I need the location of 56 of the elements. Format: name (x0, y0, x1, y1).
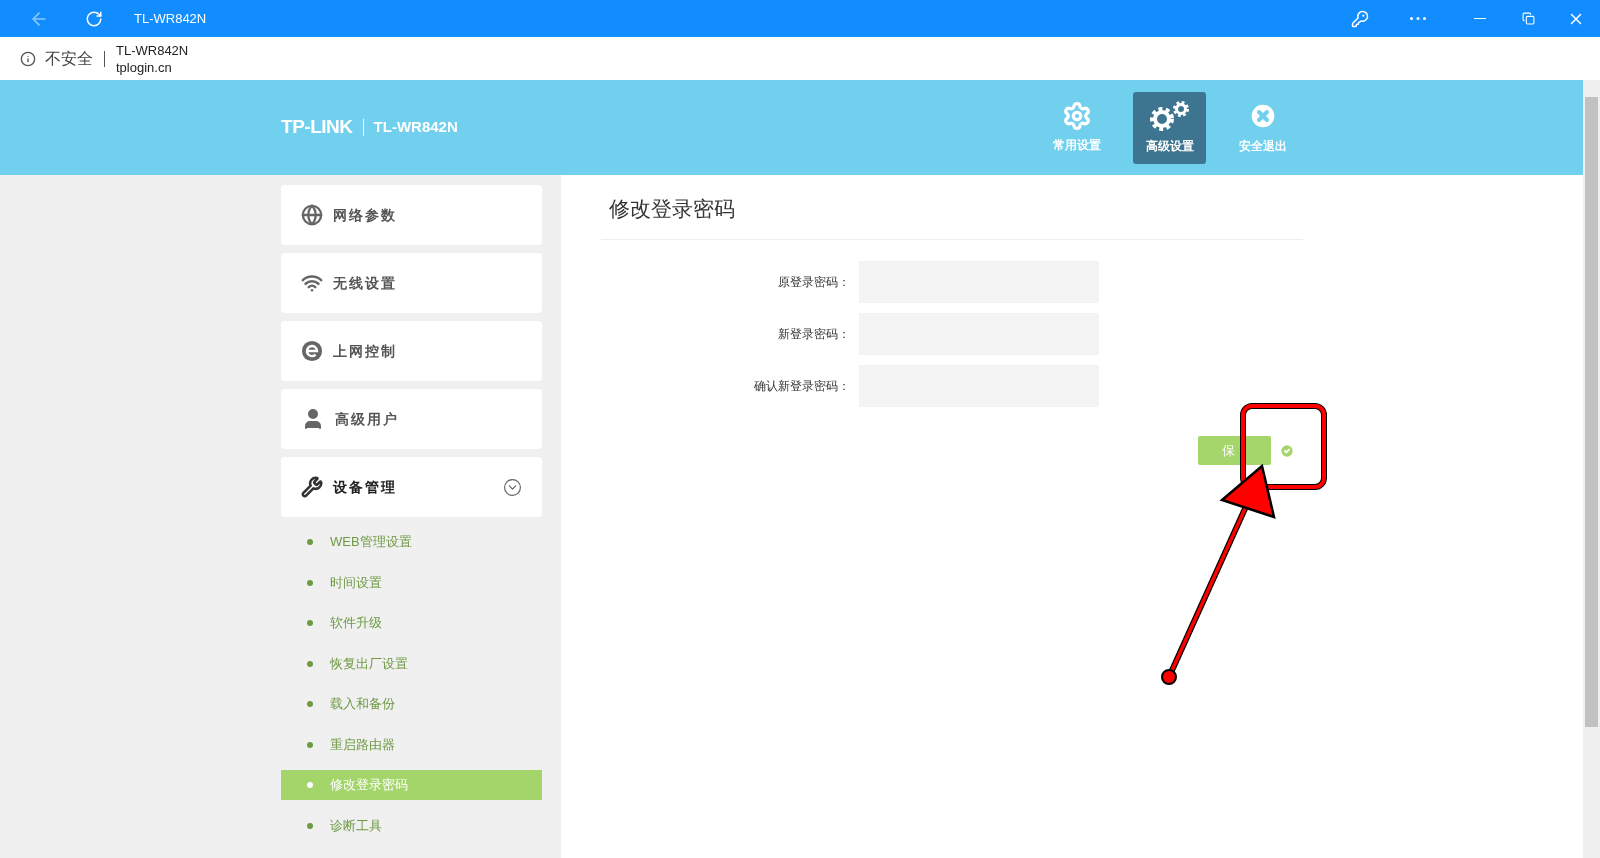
bullet-icon (307, 741, 313, 748)
submenu-item[interactable]: 时间设置 (281, 567, 542, 598)
scrollbar[interactable] (1583, 80, 1600, 858)
sidebar-item[interactable]: 高级用户 (281, 389, 542, 449)
nav-tab[interactable]: 高级设置 (1133, 91, 1206, 164)
brand-logo: TP-LINK (281, 115, 353, 140)
refresh-icon (85, 9, 103, 28)
gear-icon (1061, 101, 1092, 131)
submenu-item[interactable]: 恢复出厂设置 (281, 648, 542, 679)
restore-icon (1521, 12, 1535, 25)
info-icon (20, 50, 36, 67)
scrollbar-thumb[interactable] (1585, 97, 1598, 727)
menu-label: 设备管理 (333, 477, 398, 497)
e-icon (301, 340, 323, 362)
tools-icon (301, 476, 323, 498)
bullet-icon (307, 822, 313, 829)
menu-label: 网络参数 (333, 205, 398, 225)
wifi-icon (301, 272, 323, 294)
globe-icon (301, 204, 323, 226)
nav-tab[interactable]: 常用设置 (1040, 91, 1113, 164)
nav-tab[interactable]: 安全退出 (1226, 91, 1299, 164)
save-button[interactable]: 保 (1198, 436, 1271, 465)
field-label: 确认新登录密码： (753, 378, 851, 395)
sidebar-item[interactable]: 上网控制 (281, 321, 542, 381)
submenu-item[interactable]: 软件升级 (281, 608, 542, 638)
submenu-item[interactable]: 重启路由器 (281, 729, 542, 760)
submenu-item[interactable]: 诊断工具 (281, 810, 542, 841)
page-heading: 修改登录密码 (608, 196, 736, 223)
menu-label: 高级用户 (335, 409, 400, 429)
address-url[interactable]: tplogin.cn (116, 58, 189, 76)
sidebar-item[interactable]: 无线设置 (281, 253, 542, 313)
page-title: TL-WR842N (116, 41, 189, 59)
field-label: 原登录密码： (777, 274, 851, 291)
bullet-icon (307, 701, 313, 707)
bullet-icon (307, 620, 313, 626)
bullet-icon (307, 660, 313, 667)
check-icon (1279, 442, 1295, 459)
expand-icon[interactable] (503, 477, 522, 497)
gears-icon (1147, 100, 1192, 132)
bullet-icon (307, 539, 313, 545)
sidebar-item[interactable]: 设备管理 (281, 457, 542, 517)
menu-label: 上网控制 (333, 341, 398, 361)
key-icon (1351, 9, 1369, 28)
field-label: 新登录密码： (777, 326, 851, 343)
window-title: TL-WR842N (134, 9, 207, 28)
bullet-icon (307, 782, 313, 788)
menu-label: 无线设置 (333, 273, 398, 293)
submenu-item[interactable]: 修改登录密码 (281, 770, 542, 800)
submenu-item[interactable]: WEB管理设置 (281, 527, 542, 557)
security-label: 不安全 (45, 48, 93, 69)
bullet-icon (307, 579, 313, 586)
minimize-icon (1474, 18, 1486, 19)
submenu-item[interactable]: 载入和备份 (281, 689, 542, 719)
sidebar-item[interactable]: 网络参数 (281, 185, 542, 245)
model-name: TL-WR842N (373, 117, 458, 138)
more-icon (1410, 17, 1426, 20)
